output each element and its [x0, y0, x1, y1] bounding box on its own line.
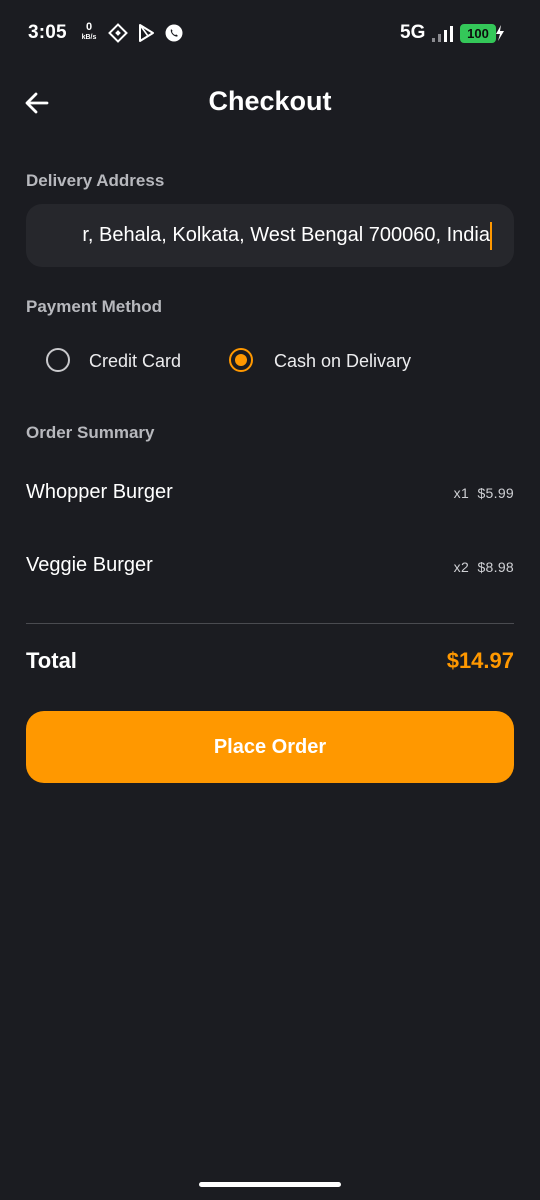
charging-bolt-icon: [496, 25, 504, 41]
status-time: 3:05: [28, 22, 67, 43]
order-item-qty: x1: [453, 485, 470, 501]
order-summary-label: Order Summary: [26, 423, 155, 442]
total-value: $14.97: [446, 648, 514, 673]
network-speed-value: 0: [85, 21, 93, 33]
cash-on-delivery-radio[interactable]: [229, 348, 253, 372]
place-order-button[interactable]: Place Order: [26, 711, 514, 783]
battery-level: 100: [460, 24, 496, 43]
play-store-icon: [139, 24, 154, 42]
battery-indicator: 100: [460, 24, 504, 43]
total-label: Total: [26, 648, 77, 673]
order-item-meta: x1 $5.99: [454, 485, 514, 501]
order-item-name: Whopper Burger: [26, 481, 173, 503]
home-indicator[interactable]: [199, 1182, 341, 1187]
credit-card-radio[interactable]: [46, 348, 70, 372]
signal-strength-icon: [432, 26, 453, 42]
cash-on-delivery-label[interactable]: Cash on Delivary: [274, 351, 411, 372]
order-item-meta: x2 $8.98: [454, 559, 514, 575]
status-bar: 3:05 0 kB/s 5G 100: [0, 0, 540, 64]
page-title: Checkout: [208, 86, 332, 116]
network-speed: 0 kB/s: [78, 21, 100, 42]
summary-divider: [26, 623, 514, 624]
order-item-price: $5.99: [477, 485, 514, 501]
network-type: 5G: [400, 22, 426, 43]
whatsapp-icon: [165, 24, 183, 42]
payment-method-label: Payment Method: [26, 297, 163, 316]
delivery-address-label: Delivery Address: [26, 171, 165, 190]
delivery-address-input[interactable]: r, Behala, Kolkata, West Bengal 700060, …: [26, 204, 514, 267]
text-caret: [490, 222, 492, 250]
order-item-name: Veggie Burger: [26, 554, 153, 576]
network-speed-unit: kB/s: [81, 34, 97, 41]
credit-card-label[interactable]: Credit Card: [89, 351, 181, 372]
order-item-qty: x2: [453, 559, 470, 575]
order-item-price: $8.98: [477, 559, 514, 575]
diamond-app-icon: [108, 23, 128, 43]
delivery-address-value: r, Behala, Kolkata, West Bengal 700060, …: [82, 224, 490, 246]
